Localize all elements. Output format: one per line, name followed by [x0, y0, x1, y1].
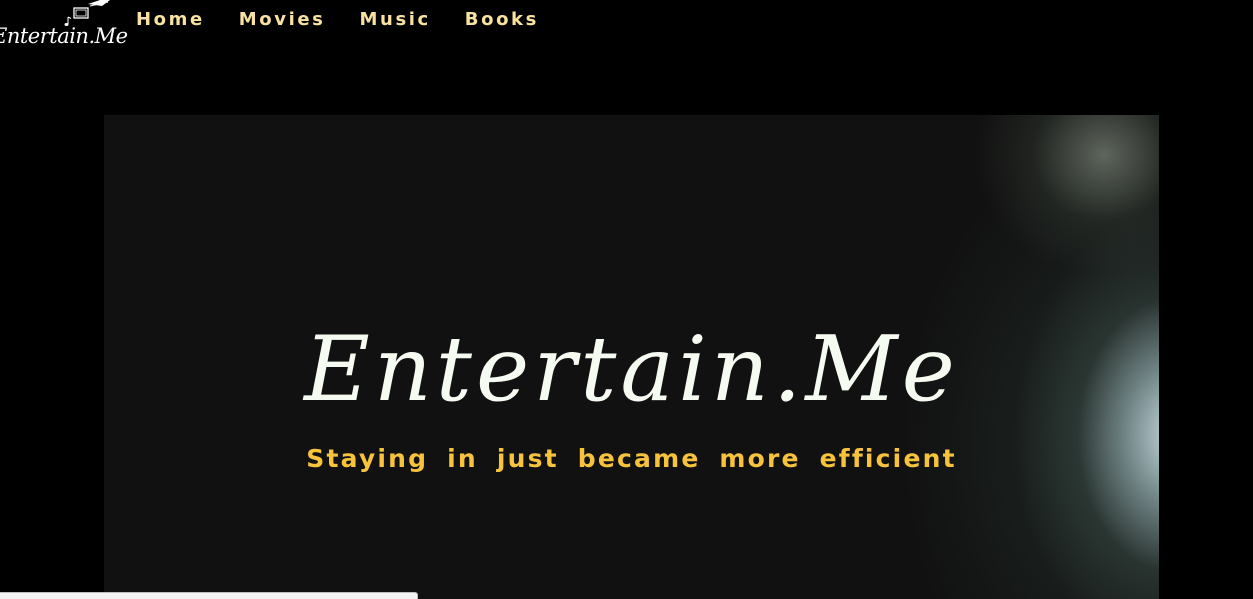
nav-link-movies[interactable]: Movies	[239, 8, 326, 32]
logo-text: Entertain.Me	[0, 24, 128, 48]
browser-status-bar	[0, 592, 418, 599]
nav-link-home[interactable]: Home	[136, 8, 205, 32]
hero-banner: Entertain.Me Staying in just became more…	[104, 115, 1159, 599]
page: Entertain.Me Home Movies Music Books Ent…	[0, 0, 1253, 599]
nav-link-music[interactable]: Music	[360, 8, 431, 32]
main-nav: Home Movies Music Books	[136, 8, 573, 32]
logo-link[interactable]: Entertain.Me	[0, 0, 128, 55]
hero-title: Entertain.Me	[304, 317, 959, 422]
hero-subtitle: Staying in just became more efficient	[306, 444, 957, 473]
navbar: Entertain.Me Home Movies Music Books	[0, 0, 1253, 60]
nav-link-books[interactable]: Books	[465, 8, 539, 32]
